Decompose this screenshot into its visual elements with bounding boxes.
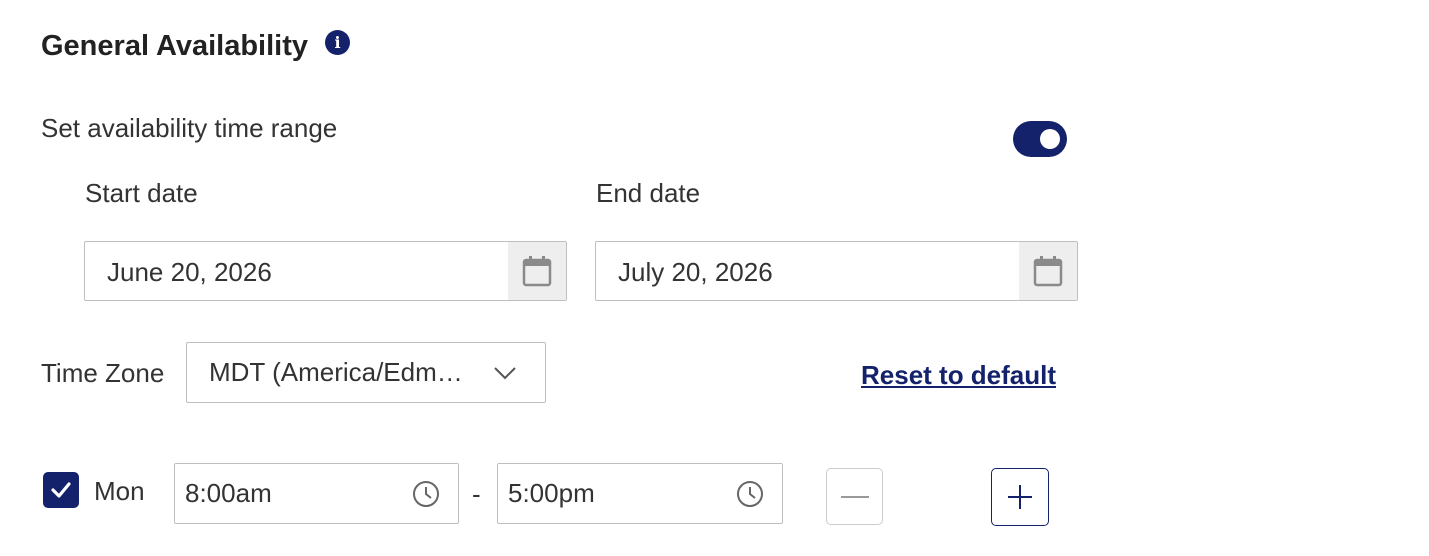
availability-range-toggle[interactable] [1013, 121, 1067, 157]
end-date-calendar-button[interactable] [1019, 242, 1077, 300]
mon-end-time-input[interactable]: 5:00pm [497, 463, 783, 524]
availability-range-label: Set availability time range [41, 113, 338, 143]
add-time-slot-button[interactable] [991, 468, 1049, 526]
day-label-mon: Mon [94, 476, 145, 506]
remove-time-slot-button[interactable] [826, 468, 883, 525]
mon-end-time-value: 5:00pm [508, 478, 595, 508]
start-date-calendar-button[interactable] [508, 242, 566, 300]
calendar-icon [522, 256, 552, 287]
clock-icon[interactable] [736, 480, 764, 508]
end-date-input[interactable]: July 20, 2026 [595, 241, 1078, 301]
clock-icon[interactable] [412, 480, 440, 508]
calendar-icon [1033, 256, 1063, 287]
end-date-value: July 20, 2026 [618, 257, 773, 287]
general-availability-panel: General Availability i Set availability … [0, 0, 1429, 556]
plus-icon [1008, 485, 1032, 509]
start-date-label: Start date [85, 178, 198, 208]
time-zone-value: MDT (America/Edm… [209, 357, 463, 387]
mon-checkbox[interactable] [43, 472, 79, 508]
time-zone-label: Time Zone [41, 358, 165, 388]
toggle-knob [1040, 129, 1060, 149]
mon-start-time-value: 8:00am [185, 478, 272, 508]
chevron-down-icon [494, 367, 516, 380]
reset-to-default-link[interactable]: Reset to default [861, 357, 1056, 393]
info-icon[interactable]: i [325, 30, 350, 55]
start-date-input[interactable]: June 20, 2026 [84, 241, 567, 301]
time-range-separator: - [472, 479, 481, 509]
start-date-value: June 20, 2026 [107, 257, 272, 287]
check-icon [51, 482, 71, 498]
minus-icon [840, 495, 869, 498]
time-zone-select[interactable]: MDT (America/Edm… [186, 342, 546, 403]
section-title: General Availability [41, 30, 309, 62]
end-date-label: End date [596, 178, 701, 208]
mon-start-time-input[interactable]: 8:00am [174, 463, 459, 524]
